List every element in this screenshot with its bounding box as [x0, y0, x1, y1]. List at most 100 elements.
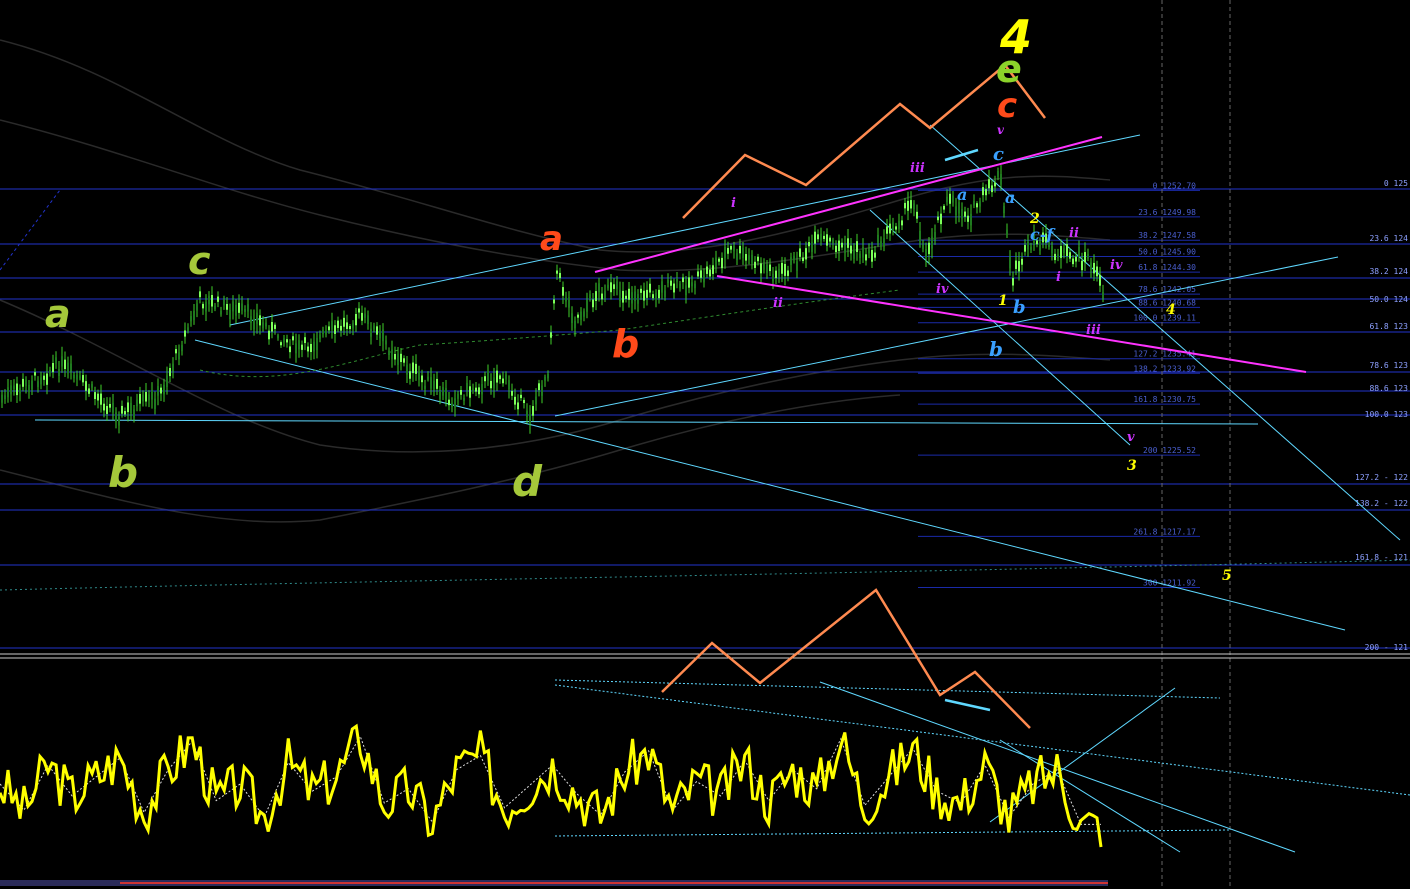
candle-body — [706, 266, 708, 274]
candle-body — [196, 303, 198, 311]
candle-body — [1060, 246, 1062, 258]
candle-body — [961, 209, 963, 219]
candle-body — [427, 376, 429, 380]
wave-label-5: 5 — [1222, 568, 1232, 584]
candle-body — [1, 394, 3, 403]
candle-body — [637, 294, 639, 304]
candle-body — [601, 293, 603, 300]
candle-body — [211, 295, 213, 307]
candle-body — [172, 363, 174, 372]
candle-body — [553, 299, 555, 304]
candle-body — [700, 270, 702, 278]
candle-body — [655, 292, 657, 300]
candle-body — [742, 247, 744, 259]
candle-body — [328, 326, 330, 331]
candle-body — [214, 305, 216, 309]
candle-body — [937, 216, 939, 221]
candle-body — [598, 283, 600, 293]
right-fib-label: 100.0 123 — [1365, 410, 1409, 419]
candle-body — [280, 342, 282, 346]
candle-body — [535, 396, 537, 405]
candle-body — [727, 247, 729, 254]
candle-body — [19, 387, 21, 394]
candle-body — [85, 381, 87, 391]
candle-body — [805, 248, 807, 260]
candle-body — [781, 262, 783, 274]
candle-body — [772, 273, 774, 282]
candle-body — [529, 414, 531, 425]
candle-body — [586, 300, 588, 312]
candle-body — [28, 384, 30, 393]
candle-body — [1030, 246, 1032, 250]
candle-body — [718, 258, 720, 262]
candle-body — [475, 387, 477, 392]
candle-body — [532, 406, 534, 416]
oscillator-cyan-arrow — [944, 698, 991, 712]
candle-body — [778, 268, 780, 277]
candle-body — [628, 288, 630, 300]
candle-body — [208, 295, 210, 305]
candle-body — [520, 394, 522, 399]
candle-body — [760, 263, 762, 274]
candle-body — [622, 290, 624, 303]
candle-body — [658, 289, 660, 299]
candle-body — [283, 338, 285, 343]
candle-body — [643, 290, 645, 301]
candle-body — [478, 387, 480, 395]
candle-body — [991, 185, 993, 193]
candle-body — [115, 412, 117, 422]
candle-body — [640, 288, 642, 293]
candle-body — [355, 313, 357, 326]
candle-body — [526, 410, 528, 417]
candle-body — [1096, 266, 1098, 277]
candle-body — [922, 244, 924, 249]
candle-body — [271, 322, 273, 332]
candle-body — [994, 182, 996, 187]
candle-body — [433, 380, 435, 390]
candle-body — [670, 280, 672, 286]
wave-label-i-2: i — [1056, 270, 1061, 285]
candle-body — [73, 374, 75, 379]
candle-body — [829, 237, 831, 242]
candle-body — [4, 395, 6, 400]
candle-body — [79, 375, 81, 379]
candle-body — [841, 242, 843, 248]
candle-body — [13, 385, 15, 390]
candle-body — [625, 295, 627, 299]
candle-body — [379, 331, 381, 339]
wave-label-v-2: v — [1127, 430, 1135, 445]
candle-body — [169, 367, 171, 377]
candle-body — [694, 283, 696, 289]
candle-body — [157, 386, 159, 396]
candle-body — [100, 393, 102, 405]
candle-body — [619, 289, 621, 302]
chart-window: 0 1252.70 23.6 1249.98 38.2 1247.58 50.0 12… — [0, 0, 1410, 889]
candle-body — [307, 346, 309, 352]
candle-body — [715, 257, 717, 267]
candle-body — [142, 394, 144, 402]
candle-body — [34, 372, 36, 376]
candle-body — [721, 257, 723, 269]
candle-body — [232, 301, 234, 312]
candle-body — [736, 253, 738, 261]
fib-level-labels: 0 1252.70 23.6 1249.98 38.2 1247.58 50.0 12… — [1133, 181, 1196, 587]
candle-body — [406, 364, 408, 375]
candle-body — [787, 270, 789, 276]
candle-body — [886, 226, 888, 234]
wave-label-iii-1: iii — [910, 161, 925, 176]
cyan-arrow — [944, 148, 979, 162]
candle-body — [901, 220, 903, 226]
candle-body — [1063, 248, 1065, 253]
candle-body — [349, 326, 351, 330]
candle-body — [1081, 260, 1083, 271]
candle-body — [292, 336, 294, 341]
candle-body — [97, 393, 99, 401]
candle-body — [1066, 244, 1068, 257]
candle-body — [889, 223, 891, 234]
candle-body — [673, 283, 675, 293]
wave-label-b-green: b — [108, 448, 138, 497]
candle-body — [1006, 229, 1008, 236]
candle-body — [181, 345, 183, 352]
fib-label: 61.8 1244.30 — [1138, 263, 1196, 272]
candle-body — [226, 303, 228, 310]
